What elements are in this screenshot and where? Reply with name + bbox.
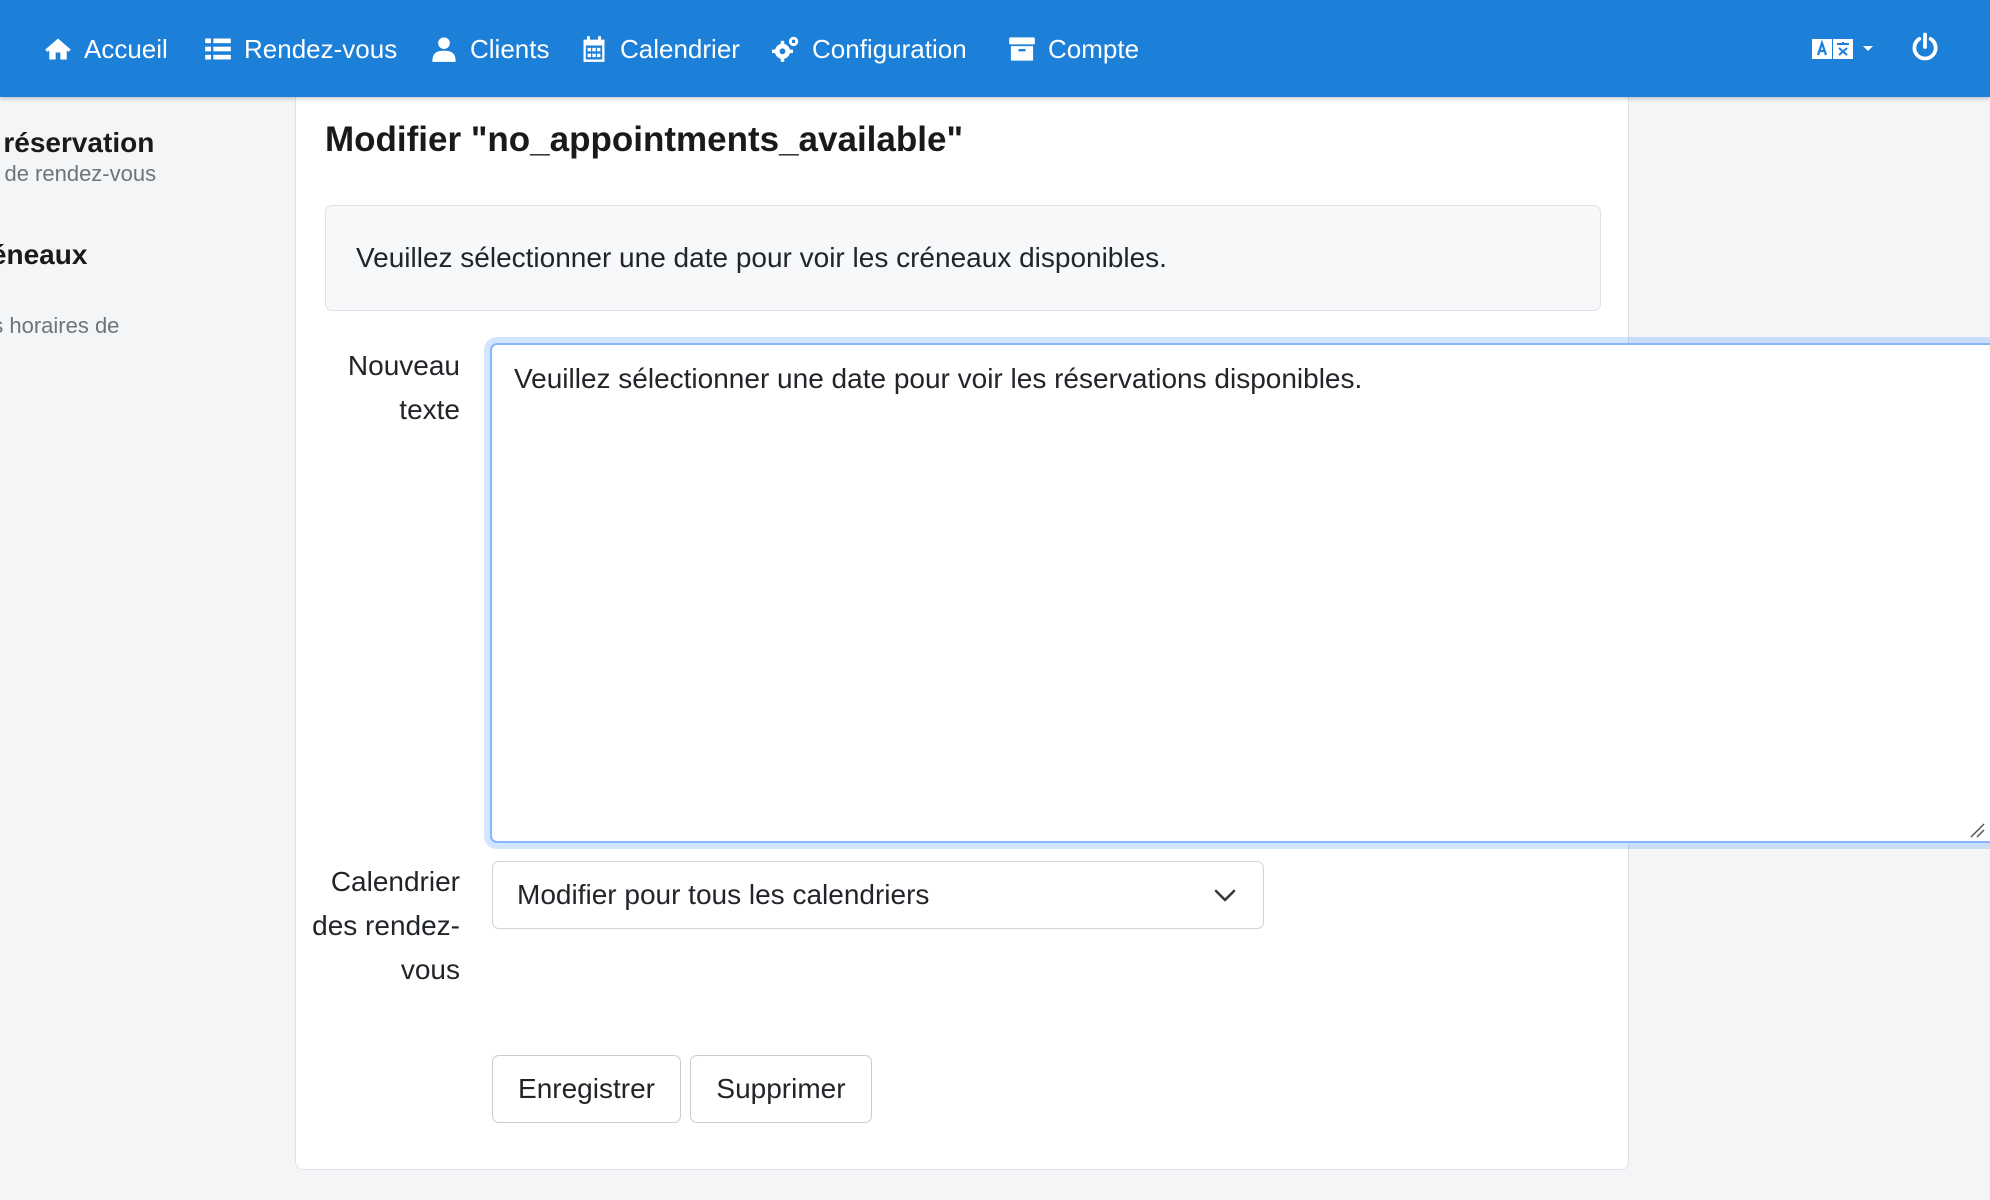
archive-icon [1009,37,1035,61]
logout-button[interactable] [1910,32,1940,62]
translate-icon [1812,39,1853,59]
sidebar-item-subtitle: es horaires de [0,313,120,338]
sidebar-item-reservation[interactable]: e réservation et de rendez-vous [0,127,156,189]
nav-item-label: Rendez-vous [244,33,398,64]
nav-item-compte[interactable]: Compte [1008,27,1139,71]
gears-icon [772,36,799,62]
nav-item-label: Compte [1048,33,1140,64]
calendar-select[interactable]: Modifier pour tous les calendriers [492,861,1264,929]
sidebar-item-title: e réservation [0,127,155,158]
resize-handle-icon[interactable] [1969,822,1985,838]
nav-item-configuration[interactable]: Configuration [772,27,967,71]
delete-button[interactable]: Supprimer [690,1055,872,1123]
save-button[interactable]: Enregistrer [492,1055,681,1123]
nav-item-label: Configuration [812,33,967,64]
nav-item-clients[interactable]: Clients [430,27,549,71]
nav-item-label: Accueil [84,33,168,64]
language-dropdown[interactable] [1812,34,1874,64]
nav-item-label: Clients [470,33,550,64]
new-text-label: Nouveau texte [347,350,460,425]
list-icon [205,38,231,60]
calendar-icon [583,36,605,62]
sidebar-item-subtitle: et de rendez-vous [0,161,157,186]
sidebar-item-title: réneaux [0,239,88,270]
calendar-label: Calendrier des rendez-vous [312,866,460,985]
original-text-box: Veuillez sélectionner une date pour voir… [325,205,1601,311]
user-icon [432,37,456,62]
nav-item-label: Calendrier [620,33,740,64]
nav-item-rendez-vous[interactable]: Rendez-vous [204,27,397,71]
page-title: Modifier "no_appointments_available" [325,120,964,159]
new-text-input[interactable]: Veuillez sélectionner une date pour voir… [490,343,1990,843]
sidebar-item-subtitle: te [0,341,119,371]
chevron-down-icon [1214,889,1236,902]
calendar-select-value: Modifier pour tous les calendriers [517,879,930,910]
power-icon [1912,32,1938,61]
nav-item-accueil[interactable]: Accueil [44,27,168,71]
settings-sidebar: e réservation et de rendez-vous réneaux … [0,97,290,1200]
top-navbar: Accueil Rendez-vous Clients Calendrier C… [0,0,1990,97]
original-text: Veuillez sélectionner une date pour voir… [356,242,1167,273]
sidebar-item-creneaux[interactable]: réneaux es horaires de te [0,239,119,371]
caret-down-icon [1863,46,1873,51]
nav-item-calendrier[interactable]: Calendrier [580,27,740,71]
home-icon [45,38,71,60]
